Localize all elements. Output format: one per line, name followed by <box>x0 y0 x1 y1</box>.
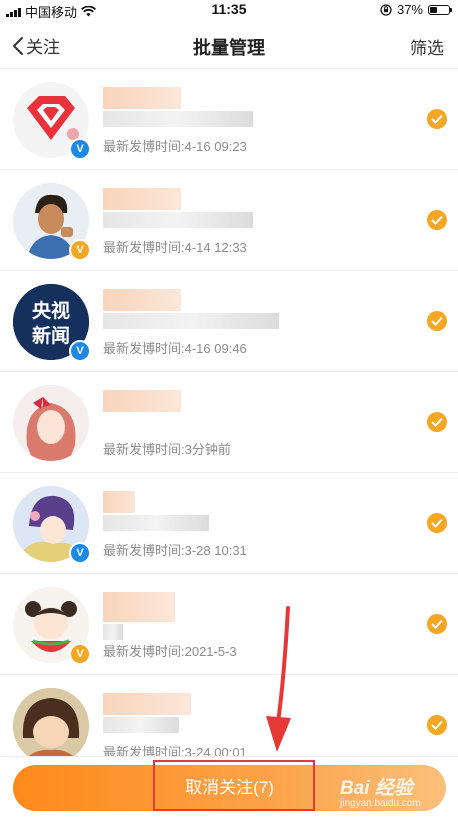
last-post-time: 最新发博时间:4-16 09:23 <box>103 139 247 154</box>
selected-checkmark[interactable] <box>427 109 447 129</box>
back-label: 关注 <box>26 38 60 57</box>
avatar[interactable] <box>13 385 89 461</box>
svg-text:央视: 央视 <box>32 299 70 322</box>
list-item[interactable]: V 最新发博时间:4-16 09:23 <box>0 69 458 170</box>
chevron-left-icon <box>13 36 23 55</box>
avatar[interactable]: V <box>13 183 91 261</box>
watermark-brand: Bai 经验 <box>340 778 413 799</box>
check-icon <box>431 417 443 427</box>
filter-button[interactable]: 筛选 <box>410 34 444 59</box>
last-post-time: 最新发博时间:4-16 09:46 <box>103 341 247 356</box>
check-icon <box>431 518 443 528</box>
last-post-time: 最新发博时间:4-14 12:33 <box>103 240 247 255</box>
check-icon <box>431 114 443 124</box>
list-item[interactable]: V 最新发博时间:3-28 10:31 <box>0 473 458 574</box>
verified-badge: V <box>69 138 91 160</box>
last-post-time: 最新发博时间:2021-5-3 <box>103 644 237 659</box>
list-item[interactable]: V 最新发博时间:4-14 12:33 <box>0 170 458 271</box>
svg-text:新闻: 新闻 <box>32 324 70 347</box>
verified-badge: V <box>69 542 91 564</box>
verified-badge: V <box>69 340 91 362</box>
avatar[interactable]: 央视 新闻 V <box>13 284 91 362</box>
selected-checkmark[interactable] <box>427 513 447 533</box>
rotation-lock-icon <box>380 3 392 16</box>
verified-badge: V <box>69 643 91 665</box>
watermark-url: jingyan.baidu.com <box>340 798 421 809</box>
following-list: V 最新发博时间:4-16 09:23 V 最新发博时间:4-14 12:33 <box>0 69 458 776</box>
selected-checkmark[interactable] <box>427 311 447 331</box>
list-item[interactable]: 央视 新闻 V 最新发博时间:4-16 09:46 <box>0 271 458 372</box>
last-post-time: 最新发博时间:3分钟前 <box>103 442 231 457</box>
avatar[interactable]: V <box>13 486 91 564</box>
selected-checkmark[interactable] <box>427 715 447 735</box>
selected-checkmark[interactable] <box>427 210 447 230</box>
battery-percent: 37% <box>396 2 423 17</box>
list-item[interactable]: 最新发博时间:3分钟前 <box>0 372 458 473</box>
check-icon <box>431 316 443 326</box>
selected-checkmark[interactable] <box>427 614 447 634</box>
baidu-jingyan-watermark: Bai 经验 jingyan.baidu.com <box>340 773 421 809</box>
battery-icon <box>428 4 452 15</box>
list-item[interactable]: V 最新发博时间:2021-5-3 <box>0 574 458 675</box>
check-icon <box>431 720 443 730</box>
last-post-time: 最新发博时间:3-28 10:31 <box>103 543 247 558</box>
check-icon <box>431 215 443 225</box>
avatar[interactable]: V <box>13 82 91 160</box>
avatar[interactable] <box>13 688 89 764</box>
selected-checkmark[interactable] <box>427 412 447 432</box>
verified-badge: V <box>69 239 91 261</box>
status-bar: 中国移动 11:35 37% <box>0 0 458 20</box>
nav-bar: 关注 批量管理 筛选 <box>0 22 458 69</box>
check-icon <box>431 619 443 629</box>
avatar[interactable]: V <box>13 587 91 665</box>
page-title: 批量管理 <box>193 38 265 58</box>
back-button[interactable]: 关注 <box>12 33 60 58</box>
